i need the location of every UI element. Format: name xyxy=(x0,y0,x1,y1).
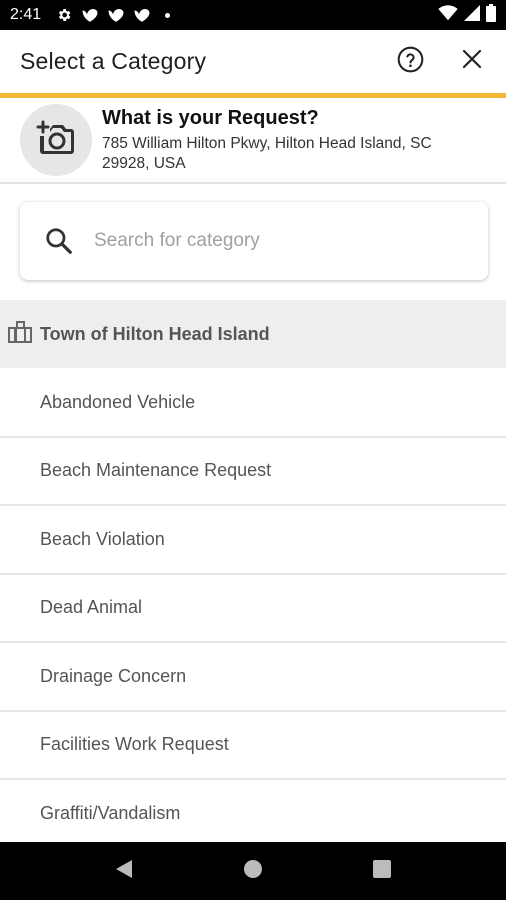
close-icon xyxy=(462,49,482,74)
gear-icon xyxy=(55,6,73,24)
back-triangle-icon xyxy=(115,859,133,884)
request-address: 785 William Hilton Pkwy, Hilton Head Isl… xyxy=(102,134,432,172)
wifi-icon xyxy=(438,4,458,26)
status-notification-icons xyxy=(55,6,171,24)
status-system-icons xyxy=(438,3,496,27)
list-item[interactable]: Facilities Work Request xyxy=(0,712,506,780)
list-item[interactable]: Dead Animal xyxy=(0,575,506,643)
add-photo-button[interactable] xyxy=(20,104,92,176)
home-button[interactable] xyxy=(238,856,268,886)
request-title: What is your Request? xyxy=(102,106,319,129)
search-box[interactable] xyxy=(20,202,488,280)
section-title: Town of Hilton Head Island xyxy=(40,323,270,344)
category-list: Abandoned Vehicle Beach Maintenance Requ… xyxy=(0,369,506,849)
status-bar: 2:41 xyxy=(0,0,506,30)
search-icon xyxy=(42,224,76,258)
help-circle-icon xyxy=(397,46,424,78)
back-button[interactable] xyxy=(109,856,139,886)
page-title: Select a Category xyxy=(20,48,207,74)
recents-button[interactable] xyxy=(367,856,397,886)
list-item[interactable]: Drainage Concern xyxy=(0,643,506,712)
list-item[interactable]: Beach Maintenance Request xyxy=(0,438,506,506)
signal-icon xyxy=(464,4,480,26)
add-photo-icon xyxy=(36,119,76,162)
home-circle-icon xyxy=(243,859,263,884)
search-input[interactable] xyxy=(94,230,454,252)
app-bar-actions xyxy=(396,46,486,78)
request-info: What is your Request? 785 William Hilton… xyxy=(102,107,472,174)
notification-icon xyxy=(81,6,99,24)
navigation-bar xyxy=(0,842,506,900)
request-header: What is your Request? 785 William Hilton… xyxy=(0,98,506,184)
city-icon xyxy=(8,320,32,348)
notification-icon xyxy=(133,6,151,24)
status-time: 2:41 xyxy=(10,6,42,23)
help-button[interactable] xyxy=(396,46,424,78)
list-item[interactable]: Beach Violation xyxy=(0,506,506,575)
section-header: Town of Hilton Head Island xyxy=(0,300,506,368)
close-button[interactable] xyxy=(458,48,486,76)
app-bar: Select a Category xyxy=(0,30,506,98)
battery-icon xyxy=(486,3,496,27)
more-notifications-dot-icon xyxy=(165,12,171,18)
recents-square-icon xyxy=(372,859,391,883)
notification-icon xyxy=(107,6,125,24)
list-item[interactable]: Abandoned Vehicle xyxy=(0,369,506,438)
list-item[interactable]: Graffiti/Vandalism xyxy=(0,780,506,849)
